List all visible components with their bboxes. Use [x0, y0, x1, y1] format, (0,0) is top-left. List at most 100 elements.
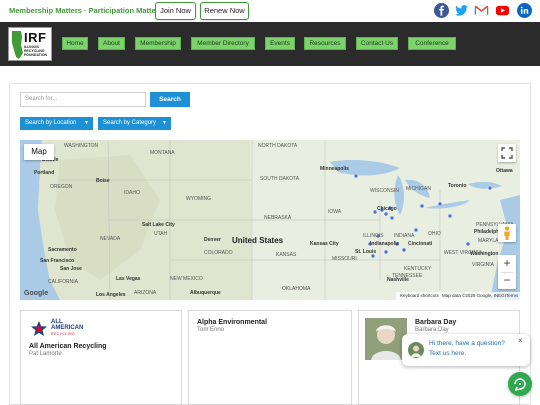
region-label: TENNESSEE: [392, 273, 423, 279]
nav-events[interactable]: Events: [265, 37, 295, 50]
gmail-icon[interactable]: [474, 3, 489, 18]
nav-conference[interactable]: Conference: [408, 37, 456, 50]
region-label: OKLAHOMA: [282, 286, 311, 292]
country-label: United States: [232, 236, 284, 245]
city-label: Los Angeles: [96, 292, 126, 298]
keyboard-shortcuts-link[interactable]: Keyboard shortcuts: [400, 293, 439, 298]
region-label: COLORADO: [204, 250, 233, 256]
linkedin-icon[interactable]: [517, 3, 532, 18]
chat-avatar: [408, 342, 424, 358]
region-label: WEST VIRGINIA: [444, 250, 482, 256]
region-label: KANSAS: [276, 252, 297, 258]
region-label: IDAHO: [124, 190, 140, 196]
pegman-icon: [504, 226, 510, 240]
region-label: ILLINOIS: [363, 233, 384, 239]
logo-line-3: RECYCLING: [51, 332, 76, 336]
logo-line-3: FOUNDATION: [24, 53, 48, 57]
chat-prompt[interactable]: Hi there, have a question? Text us here.…: [402, 334, 530, 366]
city-label: Boise: [96, 178, 110, 184]
city-label: Cincinnati: [408, 241, 433, 247]
all-american-logo-icon: [31, 321, 47, 336]
nav-contact-us[interactable]: Contact Us: [356, 37, 398, 50]
nav-membership[interactable]: Membership: [135, 37, 181, 50]
renew-now-button[interactable]: Renew Now: [200, 2, 249, 20]
region-label: OHIO: [428, 231, 441, 237]
card-subtitle: Tom Enno: [197, 327, 225, 333]
card-title[interactable]: All American Recycling: [29, 343, 107, 350]
search-by-location-dropdown[interactable]: Search by Location ▼: [20, 117, 93, 130]
chat-launcher-button[interactable]: [508, 372, 532, 396]
nav-home[interactable]: Home: [62, 37, 88, 50]
city-label: Sacramento: [48, 247, 77, 253]
region-label: OREGON: [50, 184, 73, 190]
card-title[interactable]: Alpha Environmental: [197, 319, 267, 326]
city-label: Ottawa: [496, 168, 513, 174]
city-label: Denver: [204, 237, 221, 243]
member-photo: [365, 318, 407, 360]
region-label: MONTANA: [150, 150, 175, 156]
search-by-category-dropdown[interactable]: Search by Category ▼: [98, 117, 171, 130]
nav-resources[interactable]: Resources: [304, 37, 346, 50]
city-label: San Jose: [60, 266, 82, 272]
map-type-button[interactable]: Map: [24, 144, 54, 160]
region-label: NEVADA: [100, 236, 121, 242]
region-label: INDIANA: [394, 233, 415, 239]
zoom-out-button[interactable]: −: [498, 272, 516, 289]
region-label: ARIZONA: [134, 290, 157, 296]
map-attribution: Keyboard shortcuts Map data ©2025 Google…: [396, 292, 520, 300]
region-label: WISCONSIN: [370, 188, 399, 194]
city-label: Albuquerque: [190, 290, 221, 296]
facebook-icon[interactable]: [434, 3, 449, 18]
top-bar: Membership Matters · Participation Matte…: [0, 0, 540, 22]
search-by-category-label: Search by Category: [103, 120, 157, 126]
nav-member-directory[interactable]: Member Directory: [191, 37, 255, 50]
chevron-down-icon: ▼: [162, 120, 167, 126]
region-label: NEW MEXICO: [170, 276, 203, 282]
map-data-text: Map data ©2025 Google, INEGI: [442, 293, 506, 298]
zoom-in-button[interactable]: +: [498, 255, 516, 272]
street-view-button[interactable]: [498, 224, 516, 242]
tagline: Membership Matters · Participation Matte…: [9, 6, 163, 15]
city-label: St. Louis: [355, 249, 377, 255]
member-card[interactable]: ALL AMERICAN RECYCLING All American Recy…: [20, 310, 182, 405]
city-label: Las Vegas: [116, 276, 141, 282]
google-logo: Google: [24, 290, 49, 297]
city-label: Toronto: [448, 183, 467, 189]
region-label: SOUTH DAKOTA: [260, 176, 300, 182]
region-label: UTAH: [154, 231, 168, 237]
region-label: NORTH DAKOTA: [258, 143, 298, 149]
region-label: NEBRASKA: [264, 215, 292, 221]
irf-logo[interactable]: IRF ILLINOIS RECYCLING FOUNDATION: [8, 27, 52, 61]
city-label: Indianapolis: [370, 241, 400, 247]
region-label: WASHINGTON: [64, 143, 99, 149]
city-label: Chicago: [377, 206, 397, 212]
twitter-icon[interactable]: [454, 3, 469, 18]
region-label: WYOMING: [186, 196, 211, 202]
region-label: MICHIGAN: [406, 186, 431, 192]
card-title[interactable]: Barbara Day: [415, 319, 456, 326]
chat-line-2: Text us here.: [429, 350, 467, 357]
search-button[interactable]: Search: [150, 92, 190, 107]
logo-line-2: AMERICAN: [51, 325, 84, 331]
member-map[interactable]: Seattle Portland Boise Salt Lake City Sa…: [20, 140, 520, 300]
region-label: MISSOURI: [332, 256, 357, 262]
fullscreen-button[interactable]: [498, 144, 516, 162]
youtube-icon[interactable]: [495, 3, 510, 18]
region-label: IOWA: [328, 209, 342, 215]
chat-line-1: Hi there, have a question?: [429, 340, 505, 347]
search-input[interactable]: Search for...: [20, 92, 146, 107]
logo-initials: IRF: [24, 30, 47, 45]
city-label: San Francisco: [40, 258, 75, 264]
chat-icon: [514, 378, 526, 392]
member-card[interactable]: Alpha Environmental Tom Enno: [188, 310, 352, 405]
person-avatar-icon: [365, 318, 407, 360]
nav-about[interactable]: About: [98, 37, 125, 50]
join-now-button[interactable]: Join Now: [155, 2, 196, 20]
city-label: Salt Lake City: [142, 222, 175, 228]
close-icon[interactable]: ×: [518, 336, 523, 345]
region-label: KENTUCKY: [404, 266, 432, 272]
city-label: Minneapolis: [320, 166, 349, 172]
terms-link[interactable]: Terms: [506, 293, 518, 298]
city-label: Portland: [34, 170, 55, 176]
search-by-location-label: Search by Location: [25, 120, 77, 126]
